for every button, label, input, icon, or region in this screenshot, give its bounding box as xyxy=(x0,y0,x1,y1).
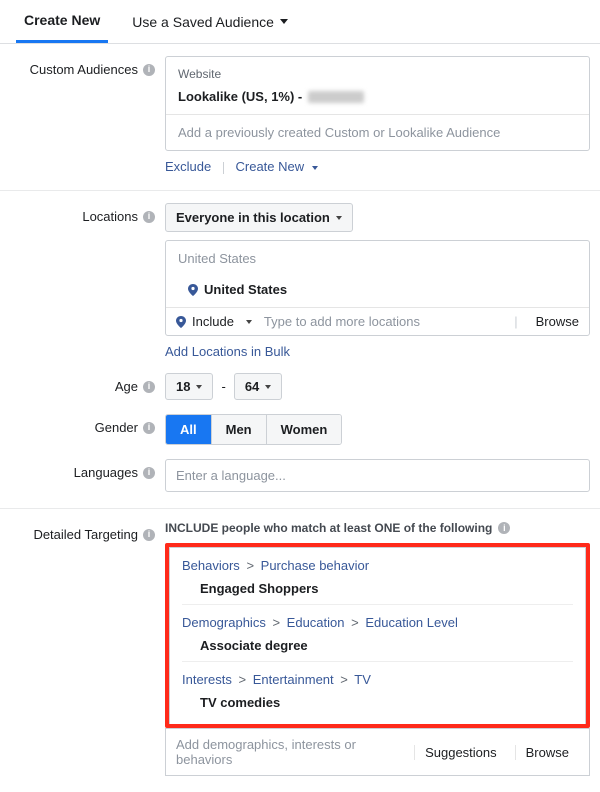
create-new-link[interactable]: Create New xyxy=(236,159,318,174)
targeting-breadcrumb[interactable]: Behaviors > Purchase behavior xyxy=(182,558,573,573)
custom-audiences-label: Custom Audiences xyxy=(30,62,138,77)
caret-down-icon xyxy=(246,320,252,324)
caret-down-icon xyxy=(336,216,342,220)
targeting-highlight-box: Behaviors > Purchase behavior Engaged Sh… xyxy=(165,543,590,728)
info-icon[interactable]: i xyxy=(143,381,155,393)
age-max-select[interactable]: 64 xyxy=(234,373,282,400)
targeting-include-header: INCLUDE people who match at least ONE of… xyxy=(165,521,492,535)
location-browse-button[interactable]: Browse xyxy=(526,314,579,329)
location-add-input[interactable]: Type to add more locations xyxy=(264,314,514,329)
caret-down-icon xyxy=(312,166,318,170)
pin-icon xyxy=(176,316,186,328)
add-locations-bulk-link[interactable]: Add Locations in Bulk xyxy=(165,344,290,359)
audience-source-label: Website xyxy=(178,67,577,81)
audience-item-text: Lookalike (US, 1%) - xyxy=(178,89,302,104)
targeting-value[interactable]: Associate degree xyxy=(182,638,573,653)
location-scope-select[interactable]: Everyone in this location xyxy=(165,203,353,232)
breadcrumb-part: Behaviors xyxy=(182,558,240,573)
location-selected-text: United States xyxy=(204,282,287,297)
breadcrumb-part: Education xyxy=(287,615,345,630)
exclude-link[interactable]: Exclude xyxy=(165,159,211,174)
gender-women-button[interactable]: Women xyxy=(267,415,342,444)
gender-label: Gender xyxy=(95,420,138,435)
age-min-select[interactable]: 18 xyxy=(165,373,213,400)
targeting-breadcrumb[interactable]: Interests > Entertainment > TV xyxy=(182,672,573,687)
info-icon[interactable]: i xyxy=(143,211,155,223)
caret-down-icon xyxy=(265,385,271,389)
breadcrumb-part: Demographics xyxy=(182,615,266,630)
location-selected-item[interactable]: United States xyxy=(166,276,589,307)
breadcrumb-part: Education Level xyxy=(365,615,458,630)
caret-down-icon xyxy=(280,19,288,24)
location-include-select[interactable]: Include xyxy=(176,314,252,329)
detailed-targeting-label: Detailed Targeting xyxy=(33,527,138,542)
suggestions-button[interactable]: Suggestions xyxy=(414,745,507,760)
caret-down-icon xyxy=(196,385,202,389)
divider xyxy=(223,162,224,174)
info-icon[interactable]: i xyxy=(143,64,155,76)
breadcrumb-sep: > xyxy=(340,672,348,687)
audience-add-input[interactable]: Add a previously created Custom or Looka… xyxy=(166,114,589,150)
tab-use-saved-audience[interactable]: Use a Saved Audience xyxy=(132,14,288,30)
location-scope-value: Everyone in this location xyxy=(176,210,330,225)
breadcrumb-sep: > xyxy=(351,615,359,630)
age-min-value: 18 xyxy=(176,379,190,394)
age-label: Age xyxy=(115,379,138,394)
breadcrumb-part: Entertainment xyxy=(253,672,334,687)
locations-label: Locations xyxy=(82,209,138,224)
gender-toggle-group: All Men Women xyxy=(165,414,342,445)
breadcrumb-sep: > xyxy=(238,672,246,687)
info-icon[interactable]: i xyxy=(143,467,155,479)
breadcrumb-part: Interests xyxy=(182,672,232,687)
create-new-label: Create New xyxy=(236,159,305,174)
audience-item[interactable]: Lookalike (US, 1%) - xyxy=(178,89,577,104)
targeting-browse-button[interactable]: Browse xyxy=(515,745,579,760)
targeting-value[interactable]: Engaged Shoppers xyxy=(182,581,573,596)
targeting-breadcrumb[interactable]: Demographics > Education > Education Lev… xyxy=(182,615,573,630)
targeting-value[interactable]: TV comedies xyxy=(182,695,573,710)
location-country-heading: United States xyxy=(166,241,589,276)
divider xyxy=(182,661,573,662)
pin-icon xyxy=(188,284,198,296)
info-icon[interactable]: i xyxy=(143,529,155,541)
breadcrumb-sep: > xyxy=(272,615,280,630)
tab-use-saved-label: Use a Saved Audience xyxy=(132,14,274,30)
tab-create-new[interactable]: Create New xyxy=(16,0,108,43)
languages-label: Languages xyxy=(74,465,138,480)
gender-men-button[interactable]: Men xyxy=(212,415,267,444)
include-label: Include xyxy=(192,314,234,329)
redacted-text xyxy=(308,91,364,103)
breadcrumb-part: Purchase behavior xyxy=(261,558,369,573)
age-dash: - xyxy=(221,379,225,394)
age-max-value: 64 xyxy=(245,379,259,394)
breadcrumb-sep: > xyxy=(246,558,254,573)
gender-all-button[interactable]: All xyxy=(166,415,212,444)
info-icon[interactable]: i xyxy=(498,522,510,534)
languages-input[interactable]: Enter a language... xyxy=(165,459,590,492)
breadcrumb-part: TV xyxy=(354,672,371,687)
targeting-add-input[interactable]: Add demographics, interests or behaviors xyxy=(176,737,406,767)
divider xyxy=(182,604,573,605)
info-icon[interactable]: i xyxy=(143,422,155,434)
